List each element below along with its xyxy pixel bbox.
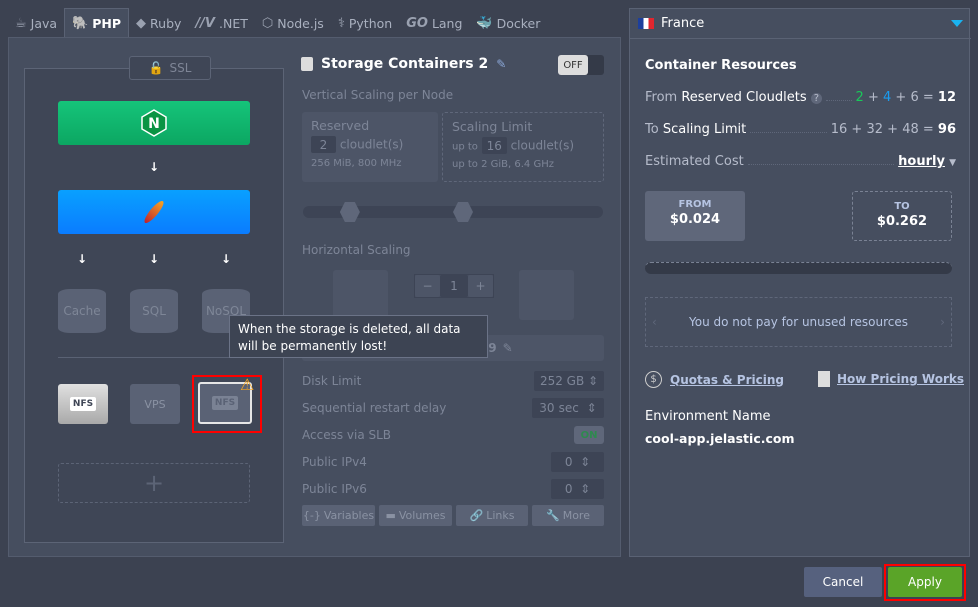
ipv4-input[interactable]: 0 ⇕	[551, 452, 604, 472]
arrow-down-icon: ↓	[149, 160, 160, 174]
help-icon[interactable]: ?	[810, 93, 823, 104]
tab-go[interactable]: GO Lang	[399, 8, 469, 38]
cost-period-dropdown[interactable]: hourly	[898, 154, 945, 169]
how-pricing-link[interactable]: How Pricing Works	[818, 371, 964, 387]
volumes-button[interactable]: ▬ Volumes	[379, 505, 452, 526]
tab-java[interactable]: ☕ Java	[8, 8, 64, 38]
scaling-limit-row: To Scaling Limit 16 + 32 + 48 = 96	[645, 122, 956, 137]
folder-icon: ▬	[385, 509, 396, 522]
nginx-balancer-node[interactable]: N	[58, 101, 250, 145]
resources-panel: France Container Resources From Reserved…	[629, 8, 971, 557]
region-selector[interactable]: France	[630, 9, 971, 39]
chevron-left-icon[interactable]: ‹	[652, 315, 657, 329]
cache-node[interactable]: Cache	[58, 289, 106, 333]
node-toggle[interactable]: OFF	[558, 55, 604, 75]
lock-open-icon: 🔓	[148, 61, 164, 75]
docker-icon: 🐳	[476, 15, 493, 31]
vertical-scaling-title: Vertical Scaling per Node	[302, 88, 454, 102]
cloudlet-slider[interactable]	[303, 202, 603, 222]
vps-node[interactable]: VPS	[130, 384, 180, 424]
storage-icon	[301, 57, 313, 71]
slb-toggle[interactable]: ON	[574, 426, 604, 444]
nfs-node-icon	[333, 270, 388, 320]
estimated-cost-row: Estimated Cost hourly ▼	[645, 154, 956, 169]
tab-docker[interactable]: 🐳 Docker	[469, 8, 547, 38]
ssl-button[interactable]: 🔓 SSL	[129, 56, 211, 80]
dollar-icon: $	[645, 371, 662, 388]
reserved-cloudlets-row: From Reserved Cloudlets ? 2 + 4 + 6 = 12	[645, 90, 956, 105]
environment-name-label: Environment Name	[645, 409, 771, 424]
limit-slider-handle[interactable]	[453, 202, 473, 222]
links-button[interactable]: 🔗 Links	[456, 505, 528, 526]
sql-node[interactable]: SQL	[130, 289, 178, 333]
topology-panel: 🔓 SSL N ↓ ↓ ↓ ↓ Cache SQL NoSQL NFS VPS N…	[24, 56, 284, 543]
engine-tabs: ☕ Java 🐘 PHP ◆ Ruby //V .NET ⬡ Node.js ⚕ Pytho…	[8, 8, 547, 38]
dotnet-icon: //V	[195, 15, 215, 31]
document-icon	[818, 371, 830, 387]
ruby-icon: ◆	[136, 15, 147, 31]
cost-to-box: TO $0.262	[852, 191, 952, 241]
node-header: Storage Containers 2 ✎	[301, 56, 506, 72]
php-elephant-icon: 🐘	[72, 16, 89, 31]
horizontal-scaling-title: Horizontal Scaling	[302, 243, 411, 257]
tab-nodejs[interactable]: ⬡ Node.js	[255, 8, 331, 38]
node-count-stepper[interactable]: −1 +	[414, 274, 494, 298]
variables-button[interactable]: {-} Variables	[302, 505, 375, 526]
node-title: Storage Containers 2	[321, 56, 489, 72]
cost-from-box: FROM $0.024	[645, 191, 745, 241]
divider	[58, 357, 250, 358]
python-icon: ⚕	[337, 15, 345, 31]
nfs-node-icon	[519, 270, 574, 320]
restart-delay-input[interactable]: 30 sec ⇕	[532, 398, 604, 418]
main-panel: 🔓 SSL N ↓ ↓ ↓ ↓ Cache SQL NoSQL NFS VPS N…	[8, 37, 621, 557]
more-button[interactable]: 🔧 More	[532, 505, 604, 526]
reserved-box: Reserved 2 cloudlet(s) 256 MiB, 800 MHz	[302, 112, 438, 182]
java-icon: ☕	[15, 15, 27, 31]
delete-warning-tooltip: When the storage is deleted, all data wi…	[229, 315, 488, 358]
resources-title: Container Resources	[645, 58, 797, 73]
edit-pencil-icon[interactable]: ✎	[496, 57, 506, 71]
arrow-down-icon: ↓	[77, 252, 88, 266]
dropdown-caret-icon	[951, 20, 963, 27]
reserved-cloudlets-input[interactable]: 2	[311, 136, 336, 153]
chevron-right-icon[interactable]: ›	[940, 315, 945, 329]
reserved-slider-handle[interactable]	[339, 202, 360, 222]
nodejs-icon: ⬡	[261, 15, 274, 31]
tab-ruby[interactable]: ◆ Ruby	[129, 8, 188, 38]
ipv6-input[interactable]: 0 ⇕	[551, 479, 604, 499]
pricing-note-carousel: ‹ You do not pay for unused resources ›	[645, 297, 952, 347]
quotas-link[interactable]: $ Quotas & Pricing	[645, 371, 784, 388]
dropdown-caret-icon[interactable]: ▼	[949, 158, 956, 168]
apply-button[interactable]: Apply	[888, 567, 962, 597]
disk-limit-input[interactable]: 252 GB ⇕	[534, 371, 604, 391]
limit-cloudlets-input[interactable]: 16	[481, 137, 507, 154]
environment-name-value: cool-app.jelastic.com	[645, 431, 795, 446]
scaling-limit-box: Scaling Limit up to 16 cloudlet(s) up to…	[442, 112, 604, 182]
braces-icon: {-}	[302, 509, 321, 522]
tab-php[interactable]: 🐘 PHP	[64, 8, 130, 38]
tab-python[interactable]: ⚕ Python	[331, 8, 399, 38]
wrench-icon: 🔧	[546, 509, 560, 522]
node-actions: {-} Variables ▬ Volumes 🔗 Links 🔧 More	[302, 505, 604, 526]
link-icon: 🔗	[469, 509, 484, 522]
france-flag-icon	[638, 18, 654, 29]
warning-icon: ⚠	[240, 375, 255, 394]
tab-dotnet[interactable]: //V .NET	[188, 8, 254, 38]
add-node-button[interactable]: +	[58, 463, 250, 503]
cost-range-bar	[645, 262, 952, 274]
go-icon: GO	[406, 15, 428, 31]
edit-pencil-icon[interactable]: ✎	[503, 341, 513, 355]
apache-feather-icon	[141, 198, 167, 226]
arrow-down-icon: ↓	[221, 252, 232, 266]
arrow-down-icon: ↓	[149, 252, 160, 266]
apache-php-node[interactable]	[58, 190, 250, 234]
cancel-button[interactable]: Cancel	[804, 567, 882, 597]
nfs-storage-node-1[interactable]: NFS	[58, 384, 108, 424]
svg-text:N: N	[148, 116, 160, 132]
nginx-icon: N	[141, 109, 167, 137]
